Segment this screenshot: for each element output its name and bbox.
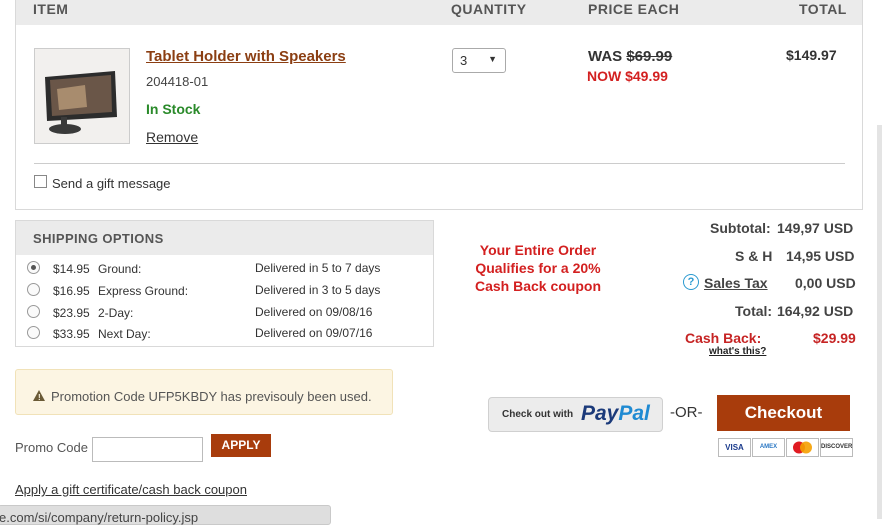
total-value: 164,92 USD: [777, 303, 854, 319]
was-price-value: $69.99: [626, 48, 673, 65]
page-scrollbar[interactable]: [877, 125, 882, 519]
remove-link[interactable]: Remove: [146, 129, 198, 145]
quantity-value: 3: [460, 53, 468, 68]
cashback-value: $29.99: [813, 330, 856, 346]
header-quantity: QUANTITY: [451, 1, 527, 17]
gift-certificate-link[interactable]: Apply a gift certificate/cash back coupo…: [15, 482, 247, 497]
subtotal-label: Subtotal:: [710, 220, 771, 236]
product-sku: 204418-01: [146, 74, 209, 89]
shipping-option-2day[interactable]: $23.95 2-Day: Delivered on 09/08/16: [16, 305, 433, 325]
shipping-radio[interactable]: [27, 283, 40, 296]
shipping-price: $23.95: [53, 306, 90, 320]
promo-code-input[interactable]: [92, 437, 203, 462]
shipping-name: Ground:: [98, 262, 142, 276]
stock-status: In Stock: [146, 101, 201, 117]
sales-tax-link[interactable]: Sales Tax: [704, 275, 768, 291]
apply-button[interactable]: APPLY: [211, 434, 271, 457]
shipping-option-nextday[interactable]: $33.95 Next Day: Delivered on 09/07/16: [16, 326, 433, 346]
gift-message-checkbox[interactable]: [34, 175, 47, 188]
shipping-price: $14.95: [53, 262, 90, 276]
header-item: ITEM: [33, 1, 69, 17]
shipping-title: SHIPPING OPTIONS: [33, 231, 164, 246]
was-label: WAS: [588, 48, 623, 65]
divider: [34, 163, 845, 164]
warning-text: Promotion Code UFP5KBDY has previsouly b…: [51, 389, 372, 404]
total-label: Total:: [735, 303, 773, 319]
shipping-name: 2-Day:: [98, 306, 134, 320]
shipping-delivery: Delivered on 09/08/16: [255, 305, 373, 319]
shipping-option-ground[interactable]: $14.95 Ground: Delivered in 5 to 7 days: [16, 261, 433, 281]
shipping-radio[interactable]: [27, 261, 40, 274]
paypal-small-text: Check out with: [502, 409, 574, 420]
shipping-header: SHIPPING OPTIONS: [16, 221, 433, 255]
sh-label: S & H: [735, 248, 773, 264]
cashback-line: Your Entire Order: [479, 242, 597, 258]
now-price: NOW $49.99: [587, 68, 668, 84]
cashback-label: Cash Back:: [685, 330, 762, 346]
shipping-name: Express Ground:: [98, 284, 189, 298]
cashback-promo-note: Your Entire Order Qualifies for a 20% Ca…: [472, 241, 604, 295]
subtotal-value: 149,97 USD: [777, 220, 854, 236]
paypal-pal: Pal: [618, 402, 650, 425]
paypal-pay: Pay: [581, 402, 619, 425]
or-separator: -OR-: [670, 404, 703, 421]
shipping-price: $33.95: [53, 327, 90, 341]
help-icon[interactable]: ?: [683, 274, 699, 290]
warning-icon: !: [33, 390, 45, 402]
gift-message-label: Send a gift message: [52, 176, 171, 191]
shipping-delivery: Delivered on 09/07/16: [255, 326, 373, 340]
checkout-button[interactable]: Checkout: [717, 395, 850, 431]
product-name-link[interactable]: Tablet Holder with Speakers: [146, 48, 346, 65]
shipping-radio[interactable]: [27, 326, 40, 339]
tax-value: 0,00 USD: [795, 275, 856, 291]
quantity-select[interactable]: 3 ▼: [452, 48, 506, 73]
promo-code-label: Promo Code: [15, 440, 88, 455]
shipping-delivery: Delivered in 3 to 5 days: [255, 283, 381, 297]
paypal-checkout-button[interactable]: Check out with PayPal: [488, 397, 663, 432]
visa-card-icon: VISA: [718, 438, 751, 457]
product-image[interactable]: [34, 48, 130, 144]
amex-card-icon: AMEX: [752, 438, 785, 457]
paypal-logo: PayPal: [581, 402, 650, 426]
status-url: e.com/si/company/return-policy.jsp: [0, 510, 199, 525]
header-price-each: PRICE EACH: [588, 1, 680, 17]
cashback-line: Cash Back coupon: [474, 278, 602, 294]
cart-table: ITEM QUANTITY PRICE EACH TOTAL Tablet Ho…: [15, 0, 863, 210]
sh-value: 14,95 USD: [786, 248, 855, 264]
dropdown-arrow-icon: ▼: [488, 54, 497, 64]
header-total: TOTAL: [799, 1, 847, 17]
shipping-option-express[interactable]: $16.95 Express Ground: Delivered in 3 to…: [16, 283, 433, 303]
shipping-radio[interactable]: [27, 305, 40, 318]
shipping-name: Next Day:: [98, 327, 151, 341]
browser-status-bar: e.com/si/company/return-policy.jsp: [0, 505, 331, 525]
shipping-price: $16.95: [53, 284, 90, 298]
cashback-line: Qualifies for a 20%: [475, 260, 601, 276]
line-total: $149.97: [786, 47, 837, 63]
shipping-delivery: Delivered in 5 to 7 days: [255, 261, 381, 275]
cart-header: ITEM QUANTITY PRICE EACH TOTAL: [16, 0, 862, 25]
tablet-image-icon: [35, 49, 129, 143]
whats-this-link[interactable]: what's this?: [709, 346, 766, 357]
mastercard-icon: [786, 438, 819, 457]
discover-card-icon: DISCOVER: [820, 438, 853, 457]
was-price: WAS $69.99: [588, 48, 672, 65]
promo-warning: ! Promotion Code UFP5KBDY has previsouly…: [15, 369, 393, 415]
shipping-options-panel: SHIPPING OPTIONS $14.95 Ground: Delivere…: [15, 220, 434, 347]
